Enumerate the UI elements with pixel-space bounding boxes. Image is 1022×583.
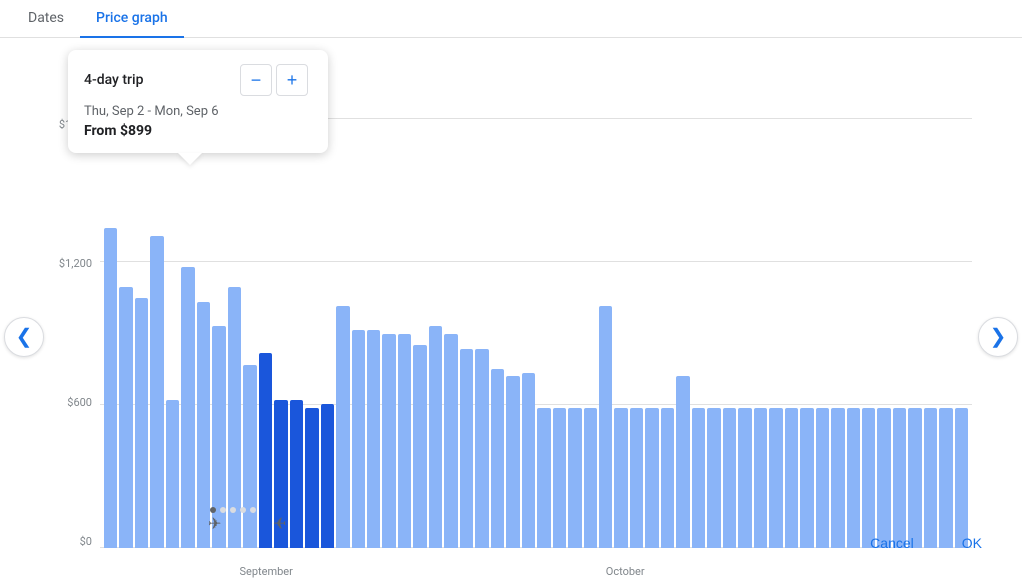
y-label-0: $0: [80, 535, 92, 548]
bar-41[interactable]: [738, 408, 751, 548]
departure-icon: ✈: [208, 514, 221, 533]
bar-15[interactable]: [336, 306, 349, 548]
y-label-600: $600: [67, 396, 92, 409]
footer-actions: Cancel OK: [850, 527, 1002, 559]
next-button[interactable]: ❯: [978, 317, 1018, 357]
dot-4[interactable]: [240, 507, 246, 513]
minus-button[interactable]: −: [240, 64, 272, 96]
bar-44[interactable]: [785, 408, 798, 548]
bar-45[interactable]: [800, 408, 813, 548]
bar-22[interactable]: [444, 334, 457, 549]
main-content: 4-day trip − + Thu, Sep 2 - Mon, Sep 6 F…: [0, 38, 1022, 575]
bar-6[interactable]: [197, 302, 210, 548]
bar-33[interactable]: [614, 408, 627, 548]
tooltip-price-line: From $899: [84, 123, 308, 139]
bar-34[interactable]: [630, 408, 643, 548]
right-arrow-icon: ❯: [990, 324, 1007, 349]
bar-37[interactable]: [676, 376, 689, 548]
bar-16[interactable]: [352, 330, 365, 548]
arrival-icon: ✈: [273, 514, 286, 533]
tooltip-title: 4-day trip: [84, 72, 143, 88]
bar-38[interactable]: [692, 408, 705, 548]
plus-button[interactable]: +: [276, 64, 308, 96]
bar-30[interactable]: [568, 408, 581, 548]
prev-button[interactable]: ❮: [4, 317, 44, 357]
bar-19[interactable]: [398, 334, 411, 549]
bar-1[interactable]: [119, 287, 132, 548]
bar-3[interactable]: [150, 236, 163, 548]
bar-29[interactable]: [553, 408, 566, 548]
tab-dates[interactable]: Dates: [12, 0, 80, 38]
bar-25[interactable]: [491, 369, 504, 548]
bar-4[interactable]: [166, 400, 179, 548]
bar-46[interactable]: [816, 408, 829, 548]
flight-icons-area: ✈ ✈: [208, 514, 287, 533]
bar-36[interactable]: [661, 408, 674, 548]
bar-42[interactable]: [754, 408, 767, 548]
carousel-dots: [210, 507, 256, 513]
bar-0[interactable]: [104, 228, 117, 548]
x-label-october: October: [606, 565, 645, 578]
bar-18[interactable]: [382, 334, 395, 549]
bar-2[interactable]: [135, 298, 148, 548]
bar-32[interactable]: [599, 306, 612, 548]
bar-23[interactable]: [460, 349, 473, 548]
dot-2[interactable]: [220, 507, 226, 513]
tab-price-graph[interactable]: Price graph: [80, 0, 184, 38]
bar-17[interactable]: [367, 330, 380, 548]
bar-31[interactable]: [584, 408, 597, 548]
bar-35[interactable]: [645, 408, 658, 548]
x-label-september: September: [240, 565, 293, 578]
bar-43[interactable]: [769, 408, 782, 548]
tab-bar: Dates Price graph: [0, 0, 1022, 38]
left-arrow-icon: ❮: [16, 324, 33, 349]
bar-5[interactable]: [181, 267, 194, 548]
price-chart: $1,800 $1,200 $600 $0 September October: [50, 118, 972, 578]
bar-47[interactable]: [831, 408, 844, 548]
tooltip-price-value: $899: [120, 123, 152, 139]
y-axis: $1,800 $1,200 $600 $0: [50, 118, 100, 548]
bar-20[interactable]: [413, 345, 426, 548]
dot-1[interactable]: [210, 507, 216, 513]
bar-24[interactable]: [475, 349, 488, 548]
bar-39[interactable]: [707, 408, 720, 548]
tooltip-date: Thu, Sep 2 - Mon, Sep 6: [84, 104, 308, 119]
bar-21[interactable]: [429, 326, 442, 548]
dot-3[interactable]: [230, 507, 236, 513]
bars-container: [100, 118, 972, 548]
bar-28[interactable]: [537, 408, 550, 548]
x-axis: September October: [100, 548, 972, 578]
bar-27[interactable]: [522, 373, 535, 549]
ok-button[interactable]: OK: [942, 527, 1002, 559]
bar-40[interactable]: [723, 408, 736, 548]
cancel-button[interactable]: Cancel: [850, 527, 934, 559]
tooltip-popup: 4-day trip − + Thu, Sep 2 - Mon, Sep 6 F…: [68, 50, 328, 153]
bar-26[interactable]: [506, 376, 519, 548]
bar-14[interactable]: [321, 404, 334, 548]
dot-5[interactable]: [250, 507, 256, 513]
y-label-1200: $1,200: [59, 257, 92, 270]
bar-12[interactable]: [290, 400, 303, 548]
bar-13[interactable]: [305, 408, 318, 548]
